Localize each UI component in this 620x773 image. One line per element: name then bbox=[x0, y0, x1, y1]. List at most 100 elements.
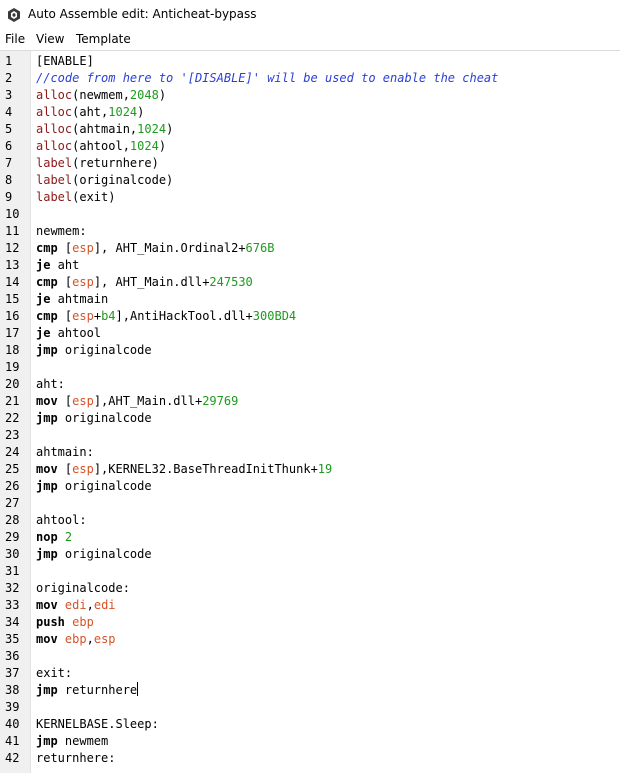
code-line[interactable]: 27 bbox=[0, 495, 620, 512]
code-line[interactable]: 41 jmp newmem bbox=[0, 733, 620, 750]
code-line[interactable]: 24 ahtmain: bbox=[0, 444, 620, 461]
line-number: 15 bbox=[5, 292, 20, 306]
line-number: 34 bbox=[5, 615, 20, 629]
code-line[interactable]: 34 push ebp bbox=[0, 614, 620, 631]
code-line[interactable]: 35 mov ebp,esp bbox=[0, 631, 620, 648]
code-token-plain: ],AHT_Main.dll+ bbox=[93, 394, 203, 408]
code-token-kw: jmp bbox=[36, 547, 58, 561]
code-token-reg: edi bbox=[64, 598, 87, 612]
code-line[interactable]: 36 bbox=[0, 648, 620, 665]
line-number: 11 bbox=[5, 224, 20, 238]
code-token-num: 676B bbox=[245, 241, 275, 255]
code-line[interactable]: 1 [ENABLE] bbox=[0, 53, 620, 70]
code-token-kw: cmp bbox=[36, 309, 58, 323]
code-line[interactable]: 19 bbox=[0, 359, 620, 376]
code-token-plain: aht bbox=[50, 258, 80, 272]
code-text: originalcode: bbox=[36, 580, 130, 597]
code-line[interactable]: 20 aht: bbox=[0, 376, 620, 393]
code-token-plain: ) bbox=[158, 88, 167, 102]
code-text: label(returnhere) bbox=[36, 155, 159, 172]
code-line[interactable]: 31 bbox=[0, 563, 620, 580]
line-number: 9 bbox=[5, 190, 13, 204]
code-token-num: 1024 bbox=[129, 139, 159, 153]
code-token-num: 2048 bbox=[129, 88, 159, 102]
code-token-reg: edi bbox=[93, 598, 116, 612]
code-token-plain: ) bbox=[137, 105, 145, 119]
code-token-kw: nop bbox=[36, 530, 58, 544]
code-text: push ebp bbox=[36, 614, 94, 631]
code-text: mov edi,edi bbox=[36, 597, 116, 614]
line-number: 2 bbox=[5, 71, 13, 85]
code-token-plain: ahtool: bbox=[36, 513, 87, 527]
code-text: jmp newmem bbox=[36, 733, 108, 750]
code-line[interactable]: 7 label(returnhere) bbox=[0, 155, 620, 172]
line-number: 41 bbox=[5, 734, 20, 748]
code-line[interactable]: 38 jmp returnhere bbox=[0, 682, 620, 699]
code-line[interactable]: 4 alloc(aht,1024) bbox=[0, 104, 620, 121]
code-line[interactable]: 12 cmp [esp], AHT_Main.Ordinal2+676B bbox=[0, 240, 620, 257]
code-line[interactable]: 6 alloc(ahtool,1024) bbox=[0, 138, 620, 155]
line-number: 12 bbox=[5, 241, 20, 255]
code-line[interactable]: 8 label(originalcode) bbox=[0, 172, 620, 189]
code-line[interactable]: 40 KERNELBASE.Sleep: bbox=[0, 716, 620, 733]
code-text: returnhere: bbox=[36, 750, 115, 767]
menu-template[interactable]: Template bbox=[76, 32, 131, 46]
code-line[interactable]: 23 bbox=[0, 427, 620, 444]
code-line[interactable]: 16 cmp [esp+b4],AntiHackTool.dll+300BD4 bbox=[0, 308, 620, 325]
code-text: mov [esp],KERNEL32.BaseThreadInitThunk+1… bbox=[36, 461, 332, 478]
line-number: 24 bbox=[5, 445, 20, 459]
code-line[interactable]: 28 ahtool: bbox=[0, 512, 620, 529]
code-line[interactable]: 17 je ahtool bbox=[0, 325, 620, 342]
code-text: mov ebp,esp bbox=[36, 631, 116, 648]
code-token-plain: ],KERNEL32.BaseThreadInitThunk+ bbox=[93, 462, 318, 476]
text-caret bbox=[137, 682, 139, 696]
line-number: 7 bbox=[5, 156, 13, 170]
code-line[interactable]: 26 jmp originalcode bbox=[0, 478, 620, 495]
code-text: cmp [esp+b4],AntiHackTool.dll+300BD4 bbox=[36, 308, 296, 325]
code-line[interactable]: 11 newmem: bbox=[0, 223, 620, 240]
code-line[interactable]: 42 returnhere: bbox=[0, 750, 620, 767]
code-line[interactable]: 22 jmp originalcode bbox=[0, 410, 620, 427]
code-token-alloc: alloc bbox=[36, 122, 73, 136]
code-text: //code from here to '[DISABLE]' will be … bbox=[36, 70, 498, 87]
code-token-plain: ], AHT_Main.dll+ bbox=[93, 275, 210, 289]
code-token-alloc: alloc bbox=[36, 105, 73, 119]
code-line[interactable]: 21 mov [esp],AHT_Main.dll+29769 bbox=[0, 393, 620, 410]
code-line[interactable]: 10 bbox=[0, 206, 620, 223]
code-line[interactable]: 5 alloc(ahtmain,1024) bbox=[0, 121, 620, 138]
code-line[interactable]: 25 mov [esp],KERNEL32.BaseThreadInitThunk… bbox=[0, 461, 620, 478]
code-text: label(exit) bbox=[36, 189, 115, 206]
line-number: 33 bbox=[5, 598, 20, 612]
code-line[interactable]: 13 je aht bbox=[0, 257, 620, 274]
menu-file[interactable]: File bbox=[5, 32, 25, 46]
line-number: 3 bbox=[5, 88, 13, 102]
code-text: alloc(newmem,2048) bbox=[36, 87, 166, 104]
code-line[interactable]: 14 cmp [esp], AHT_Main.dll+247530 bbox=[0, 274, 620, 291]
code-line[interactable]: 15 je ahtmain bbox=[0, 291, 620, 308]
line-number: 35 bbox=[5, 632, 20, 646]
line-number: 26 bbox=[5, 479, 20, 493]
code-token-alloc: label bbox=[36, 173, 73, 187]
code-editor[interactable]: 1 [ENABLE] 2 //code from here to '[DISABLE]… bbox=[0, 50, 620, 773]
code-line[interactable]: 18 jmp originalcode bbox=[0, 342, 620, 359]
line-number: 1 bbox=[5, 54, 13, 68]
code-text: ahtool: bbox=[36, 512, 87, 529]
code-line[interactable]: 3 alloc(newmem,2048) bbox=[0, 87, 620, 104]
menu-view[interactable]: View bbox=[36, 32, 64, 46]
code-line[interactable]: 33 mov edi,edi bbox=[0, 597, 620, 614]
code-line[interactable]: 30 jmp originalcode bbox=[0, 546, 620, 563]
line-number: 10 bbox=[5, 207, 20, 221]
code-line[interactable]: 2 //code from here to '[DISABLE]' will be… bbox=[0, 70, 620, 87]
code-token-reg: esp bbox=[72, 275, 94, 289]
line-number: 5 bbox=[5, 122, 13, 136]
code-token-plain: (ahtool, bbox=[72, 139, 130, 153]
code-text: [ENABLE] bbox=[36, 53, 94, 70]
window-title: Auto Assemble edit: Anticheat-bypass bbox=[28, 7, 257, 21]
code-line[interactable]: 9 label(exit) bbox=[0, 189, 620, 206]
code-line[interactable]: 39 bbox=[0, 699, 620, 716]
code-line[interactable]: 29 nop 2 bbox=[0, 529, 620, 546]
code-line[interactable]: 37 exit: bbox=[0, 665, 620, 682]
code-line[interactable]: 32 originalcode: bbox=[0, 580, 620, 597]
code-token-plain: KERNELBASE.Sleep: bbox=[36, 717, 159, 731]
